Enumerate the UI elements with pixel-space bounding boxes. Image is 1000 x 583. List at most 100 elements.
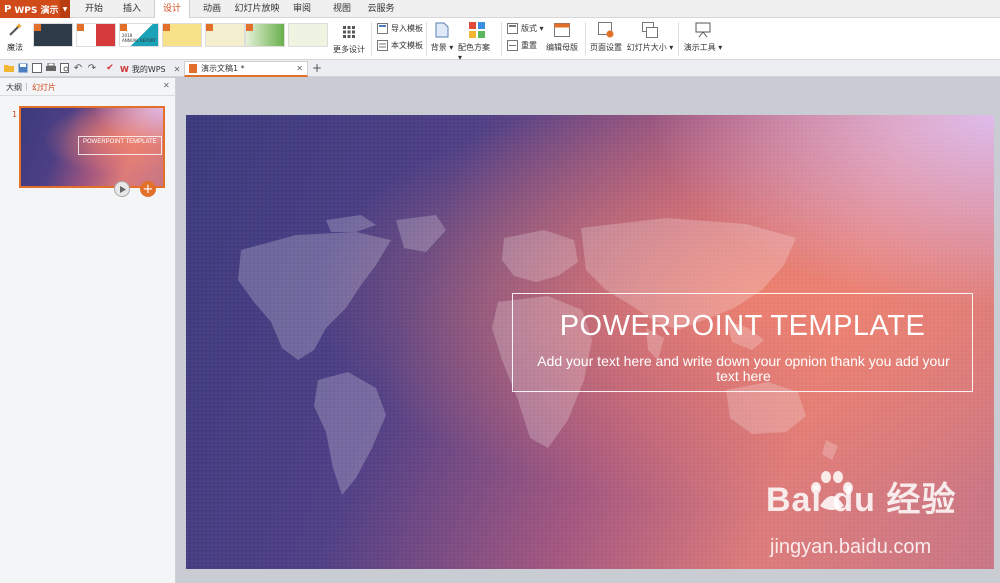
design-template-2[interactable] — [76, 23, 116, 47]
grid-icon — [341, 24, 357, 40]
wps-w-icon: W — [120, 64, 129, 74]
slide-title[interactable]: POWERPOINT TEMPLATE — [513, 310, 972, 343]
tab-cloud[interactable]: 云服务 — [364, 0, 398, 18]
close-icon[interactable]: ✕ — [174, 65, 181, 74]
template-badge-icon — [206, 24, 213, 31]
app-name: WPS 演示 — [14, 5, 59, 16]
tab-document-label: 演示文稿1 * — [201, 64, 245, 73]
color-scheme-button[interactable]: 配色方案 ▾ — [458, 22, 496, 62]
tab-view[interactable]: 视图 — [328, 0, 356, 18]
page-setup-button[interactable]: 页面设置 — [588, 22, 624, 53]
text-template-label: 本文模板 — [391, 40, 423, 50]
document-tab-bar: ↶ ↷ ✔ W 我的WPS ✕ 演示文稿1 * ✕ + — [0, 60, 1000, 77]
slide-size-button[interactable]: 幻灯片大小 ▾ — [626, 22, 674, 53]
presentation-tools-icon — [695, 22, 711, 38]
document-icon — [377, 39, 388, 51]
template-thumb-text: 2018 ANNUAL REPORT — [122, 33, 156, 43]
import-template-label: 导入模板 — [391, 23, 423, 33]
watermark-url: jingyan.baidu.com — [770, 536, 932, 558]
background-icon — [434, 22, 450, 38]
ribbon: 魔法 2018 ANNUAL REPORT 更多设计 导入模板 本文模板 背景 … — [0, 18, 1000, 62]
redo-icon[interactable]: ↷ — [86, 62, 98, 74]
tab-animation[interactable]: 动画 — [198, 0, 226, 18]
slide-subtitle[interactable]: Add your text here and write down your o… — [533, 354, 954, 384]
divider — [678, 22, 679, 56]
tab-insert[interactable]: 插入 — [118, 0, 146, 18]
watermark-logo: Bai du 经验 — [766, 481, 957, 519]
design-template-6[interactable] — [245, 23, 285, 47]
chevron-down-icon[interactable]: ▼ — [60, 0, 70, 18]
slides-panel: 大纲 | 幻灯片 ✕ 1 POWERPOINT TEMPLATE + — [0, 78, 176, 583]
presentation-tools-button[interactable]: 演示工具 ▾ — [682, 22, 724, 53]
palette-icon — [469, 22, 485, 38]
tab-outline[interactable]: 大纲 — [6, 82, 22, 93]
slide-thumbnail[interactable]: POWERPOINT TEMPLATE — [19, 106, 165, 188]
presentation-tools-label: 演示工具 ▾ — [683, 43, 723, 52]
tab-slideshow[interactable]: 幻灯片放映 — [234, 0, 280, 18]
close-icon[interactable]: ✕ — [296, 64, 303, 73]
tab-divider: | — [25, 82, 28, 91]
reset-icon — [507, 39, 518, 51]
pin-icon[interactable]: ✔ — [104, 62, 116, 74]
edit-master-button[interactable]: 编辑母版 — [544, 22, 580, 53]
layout-button[interactable]: 版式 ▾ — [507, 21, 544, 35]
layout-icon — [507, 22, 518, 34]
divider — [501, 22, 502, 56]
template-badge-icon — [77, 24, 84, 31]
tab-document[interactable]: 演示文稿1 * ✕ — [184, 61, 308, 77]
title-placeholder[interactable]: POWERPOINT TEMPLATE Add your text here a… — [512, 293, 973, 392]
design-template-7[interactable] — [288, 23, 328, 47]
reset-label: 重置 — [521, 40, 537, 50]
new-tab-button[interactable]: + — [311, 61, 323, 75]
design-template-5[interactable] — [205, 23, 245, 47]
edit-master-label: 编辑母版 — [546, 43, 578, 52]
slide-number: 1 — [12, 110, 18, 119]
divider — [585, 22, 586, 56]
magic-button[interactable]: 魔法 — [4, 22, 26, 53]
play-icon[interactable] — [114, 181, 130, 197]
tab-design[interactable]: 设计 — [154, 0, 190, 19]
slide-size-label: 幻灯片大小 ▾ — [626, 43, 674, 52]
layout-label: 版式 ▾ — [521, 23, 544, 33]
reset-button[interactable]: 重置 — [507, 38, 537, 52]
wps-logo-icon: P — [4, 3, 12, 15]
tab-my-wps[interactable]: W 我的WPS ✕ — [116, 61, 184, 77]
divider — [426, 22, 427, 56]
print-icon[interactable] — [45, 62, 57, 74]
magic-wand-icon — [7, 22, 23, 38]
app-menu-button[interactable]: P WPS 演示 ▼ — [0, 0, 70, 18]
color-scheme-label: 配色方案 ▾ — [458, 43, 490, 62]
design-template-4[interactable] — [162, 23, 202, 47]
design-template-1[interactable] — [33, 23, 73, 47]
undo-icon[interactable]: ↶ — [72, 62, 84, 74]
page-setup-icon — [598, 22, 614, 38]
tab-my-wps-label: 我的WPS — [131, 64, 166, 74]
add-slide-button[interactable]: + — [140, 181, 156, 197]
text-template-button[interactable]: 本文模板 — [377, 38, 423, 52]
background-label: 背景 ▾ — [430, 43, 454, 52]
menu-bar: P WPS 演示 ▼ 开始 插入 设计 动画 幻灯片放映 审阅 视图 云服务 — [0, 0, 1000, 19]
magic-label: 魔法 — [7, 43, 23, 52]
tab-review[interactable]: 审阅 — [288, 0, 316, 18]
thumb-title: POWERPOINT TEMPLATE — [83, 139, 157, 145]
design-template-3[interactable]: 2018 ANNUAL REPORT — [119, 23, 159, 47]
divider — [371, 22, 372, 56]
background-button[interactable]: 背景 ▾ — [429, 22, 455, 53]
template-badge-icon — [246, 24, 253, 31]
template-badge-icon — [34, 24, 41, 31]
baidu-watermark: Bai du 经验 jingyan.baidu.com — [766, 470, 1000, 580]
more-design-button[interactable]: 更多设计 — [332, 24, 366, 55]
close-icon[interactable]: ✕ — [163, 81, 170, 90]
template-badge-icon — [120, 24, 127, 31]
tab-slides[interactable]: 幻灯片 — [32, 82, 56, 93]
save-as-icon[interactable] — [31, 62, 43, 74]
print-preview-icon[interactable] — [59, 62, 71, 74]
open-folder-icon[interactable] — [3, 62, 15, 74]
import-template-button[interactable]: 导入模板 — [377, 21, 423, 35]
ppt-doc-icon — [189, 64, 197, 73]
panel-tabs: 大纲 | 幻灯片 ✕ — [0, 78, 176, 96]
master-slide-icon — [554, 22, 570, 38]
save-icon[interactable] — [17, 62, 29, 74]
tab-home[interactable]: 开始 — [80, 0, 108, 18]
more-design-label: 更多设计 — [333, 45, 365, 54]
